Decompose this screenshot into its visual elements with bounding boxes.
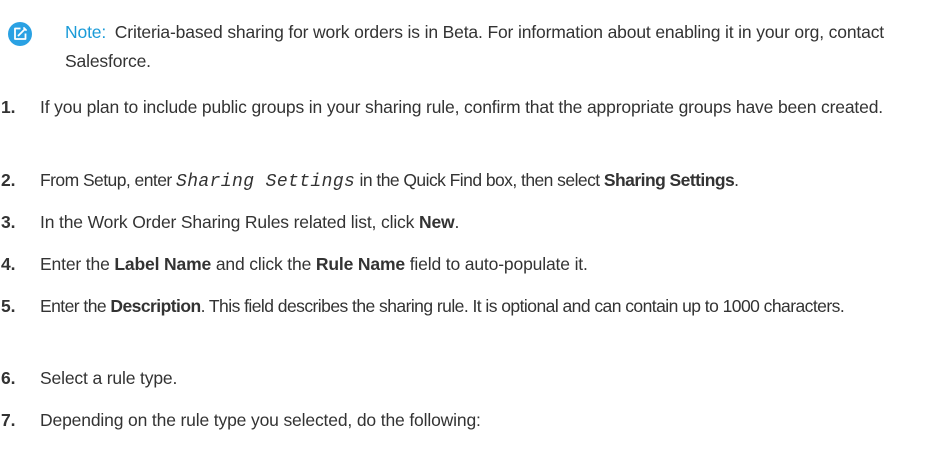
step-number: 2. [1,170,16,190]
step-text-part: . [734,170,739,190]
edit-icon [8,22,32,46]
step-text: If you plan to include public groups in … [40,93,948,122]
ui-term: Rule Name [315,254,405,274]
step-text-part: field to auto-populate it. [404,254,588,274]
step-number: 3. [1,212,16,232]
step-text-part: If you plan to include public groups in … [40,97,884,117]
step-text-part: . This field describes the sharing rule.… [200,296,845,316]
step-text-part: in the Quick Find box, then select [355,170,604,190]
step-text: From Setup, enter Sharing Settings in th… [40,166,948,197]
step-number: 7. [1,410,16,430]
note-body: Note: Criteria-based sharing for work or… [65,18,950,76]
step-text-part: Enter the [40,254,115,274]
step-number: 5. [1,296,16,316]
ui-term: Label Name [114,254,212,274]
note-text: Criteria-based sharing for work orders i… [65,22,885,71]
step-number: 6. [1,368,16,388]
document-page: Note: Criteria-based sharing for work or… [0,0,951,474]
step-text: Depending on the rule type you selected,… [40,406,948,435]
step-number: 1. [1,97,16,117]
step-text-part: Select a rule type. [40,368,178,388]
step-number: 4. [1,254,16,274]
ui-term: Sharing Settings [603,170,735,190]
code-term: Sharing Settings [176,172,356,192]
step-text-part: . [454,212,460,232]
step-text-part: Enter the [40,296,111,316]
step-text-part: From Setup, enter [40,170,176,190]
step-text: Enter the Description. This field descri… [40,292,948,321]
step-text-part: Depending on the rule type you selected,… [40,410,481,430]
step-text: In the Work Order Sharing Rules related … [40,208,948,237]
step-text: Enter the Label Name and click the Rule … [40,250,948,279]
step-text-part: In the Work Order Sharing Rules related … [40,212,419,232]
step-text-part: and click the [211,254,316,274]
note-label: Note: [65,22,107,42]
ui-term: New [418,212,455,232]
step-text: Select a rule type. [40,364,948,393]
ui-term: Description [110,296,201,316]
